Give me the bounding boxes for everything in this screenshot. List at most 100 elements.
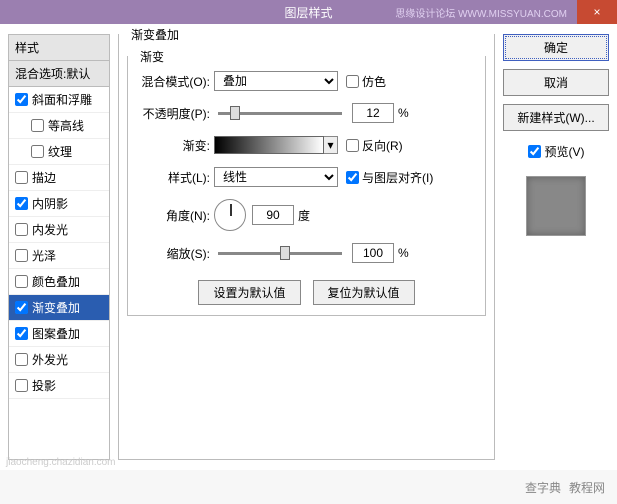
style-checkbox[interactable]: [15, 379, 28, 392]
close-icon: ×: [593, 5, 600, 19]
titlebar: 图层样式 思缘设计论坛 WWW.MISSYUAN.COM ×: [0, 0, 617, 24]
style-item[interactable]: 内发光: [9, 217, 109, 243]
opacity-input[interactable]: [352, 103, 394, 123]
gradient-preview[interactable]: [214, 136, 324, 154]
main-content: 样式 混合选项:默认 斜面和浮雕等高线纹理描边内阴影内发光光泽颜色叠加渐变叠加图…: [0, 24, 617, 470]
style-label: 斜面和浮雕: [32, 91, 92, 108]
opacity-label: 不透明度(P):: [138, 105, 214, 122]
style-label: 颜色叠加: [32, 273, 80, 290]
chevron-down-icon: ▾: [327, 138, 333, 152]
style-checkbox[interactable]: [15, 93, 28, 106]
style-checkbox[interactable]: [15, 275, 28, 288]
style-label: 内阴影: [32, 195, 68, 212]
style-item[interactable]: 投影: [9, 373, 109, 399]
right-panel: 确定 取消 新建样式(W)... 预览(V): [503, 34, 609, 460]
gradient-label: 渐变:: [138, 137, 214, 154]
blend-options-header[interactable]: 混合选项:默认: [9, 61, 109, 87]
style-item[interactable]: 渐变叠加: [9, 295, 109, 321]
style-label: 光泽: [32, 247, 56, 264]
style-label: 图案叠加: [32, 325, 80, 342]
style-item[interactable]: 光泽: [9, 243, 109, 269]
align-checkbox[interactable]: 与图层对齐(I): [346, 169, 433, 186]
style-item[interactable]: 斜面和浮雕: [9, 87, 109, 113]
footer-brand1: 查字典: [525, 479, 561, 496]
gradient-group: 渐变 混合模式(O): 叠加 仿色 不透明度(P): % 渐变: ▾: [127, 56, 486, 316]
new-style-button[interactable]: 新建样式(W)...: [503, 104, 609, 131]
style-checkbox[interactable]: [15, 171, 28, 184]
watermark-url: jiaocheng.chazidian.com: [6, 457, 116, 468]
gradient-row: 渐变: ▾ 反向(R): [138, 134, 475, 156]
styles-panel: 样式 混合选项:默认 斜面和浮雕等高线纹理描边内阴影内发光光泽颜色叠加渐变叠加图…: [8, 34, 110, 460]
style-label: 渐变叠加: [32, 299, 80, 316]
style-checkbox[interactable]: [15, 197, 28, 210]
style-label: 投影: [32, 377, 56, 394]
style-item[interactable]: 图案叠加: [9, 321, 109, 347]
ok-button[interactable]: 确定: [503, 34, 609, 61]
style-label: 内发光: [32, 221, 68, 238]
align-input[interactable]: [346, 171, 359, 184]
cancel-button[interactable]: 取消: [503, 69, 609, 96]
style-item[interactable]: 等高线: [9, 113, 109, 139]
angle-row: 角度(N): 度: [138, 198, 475, 232]
footer: 查字典 教程网: [0, 470, 617, 504]
style-checkbox[interactable]: [15, 223, 28, 236]
opacity-slider[interactable]: [218, 112, 342, 115]
preview-checkbox[interactable]: 预览(V): [503, 143, 609, 160]
angle-dial[interactable]: [214, 199, 246, 231]
blend-mode-select[interactable]: 叠加: [214, 71, 338, 91]
reverse-input[interactable]: [346, 139, 359, 152]
style-checkbox[interactable]: [31, 119, 44, 132]
styles-header[interactable]: 样式: [9, 35, 109, 61]
default-buttons: 设置为默认值 复位为默认值: [138, 280, 475, 305]
blend-mode-label: 混合模式(O):: [138, 73, 214, 90]
preview-input[interactable]: [528, 145, 541, 158]
style-item[interactable]: 描边: [9, 165, 109, 191]
dither-checkbox[interactable]: 仿色: [346, 73, 386, 90]
scale-row: 缩放(S): %: [138, 242, 475, 264]
style-checkbox[interactable]: [15, 301, 28, 314]
center-panel: 渐变叠加 渐变 混合模式(O): 叠加 仿色 不透明度(P): % 渐变:: [118, 34, 495, 460]
opacity-thumb[interactable]: [230, 106, 240, 120]
reset-default-button[interactable]: 复位为默认值: [313, 280, 415, 305]
style-checkbox[interactable]: [15, 353, 28, 366]
dither-label: 仿色: [362, 73, 386, 90]
blend-mode-row: 混合模式(O): 叠加 仿色: [138, 70, 475, 92]
scale-label: 缩放(S):: [138, 245, 214, 262]
opacity-row: 不透明度(P): %: [138, 102, 475, 124]
style-label: 等高线: [48, 117, 84, 134]
group-title: 渐变叠加: [127, 26, 183, 43]
style-item[interactable]: 颜色叠加: [9, 269, 109, 295]
close-button[interactable]: ×: [577, 0, 617, 24]
preview-label: 预览(V): [545, 143, 585, 160]
site-credit: 思缘设计论坛 WWW.MISSYUAN.COM: [395, 5, 567, 20]
dither-input[interactable]: [346, 75, 359, 88]
style-item[interactable]: 外发光: [9, 347, 109, 373]
angle-unit: 度: [298, 207, 310, 224]
angle-label: 角度(N):: [138, 207, 214, 224]
style-row: 样式(L): 线性 与图层对齐(I): [138, 166, 475, 188]
style-label: 样式(L):: [138, 169, 214, 186]
gradient-dropdown[interactable]: ▾: [324, 136, 338, 154]
style-label: 外发光: [32, 351, 68, 368]
scale-thumb[interactable]: [280, 246, 290, 260]
style-label: 描边: [32, 169, 56, 186]
opacity-pct: %: [398, 106, 409, 120]
style-item[interactable]: 内阴影: [9, 191, 109, 217]
scale-slider[interactable]: [218, 252, 342, 255]
scale-pct: %: [398, 246, 409, 260]
style-checkbox[interactable]: [15, 327, 28, 340]
footer-brand2: 教程网: [569, 479, 605, 496]
angle-input[interactable]: [252, 205, 294, 225]
style-checkbox[interactable]: [15, 249, 28, 262]
preview-thumbnail: [526, 176, 586, 236]
scale-input[interactable]: [352, 243, 394, 263]
style-label: 纹理: [48, 143, 72, 160]
inner-title: 渐变: [136, 48, 168, 65]
style-checkbox[interactable]: [31, 145, 44, 158]
style-item[interactable]: 纹理: [9, 139, 109, 165]
align-label: 与图层对齐(I): [362, 169, 433, 186]
reverse-checkbox[interactable]: 反向(R): [346, 137, 403, 154]
set-default-button[interactable]: 设置为默认值: [198, 280, 300, 305]
style-select[interactable]: 线性: [214, 167, 338, 187]
reverse-label: 反向(R): [362, 137, 403, 154]
